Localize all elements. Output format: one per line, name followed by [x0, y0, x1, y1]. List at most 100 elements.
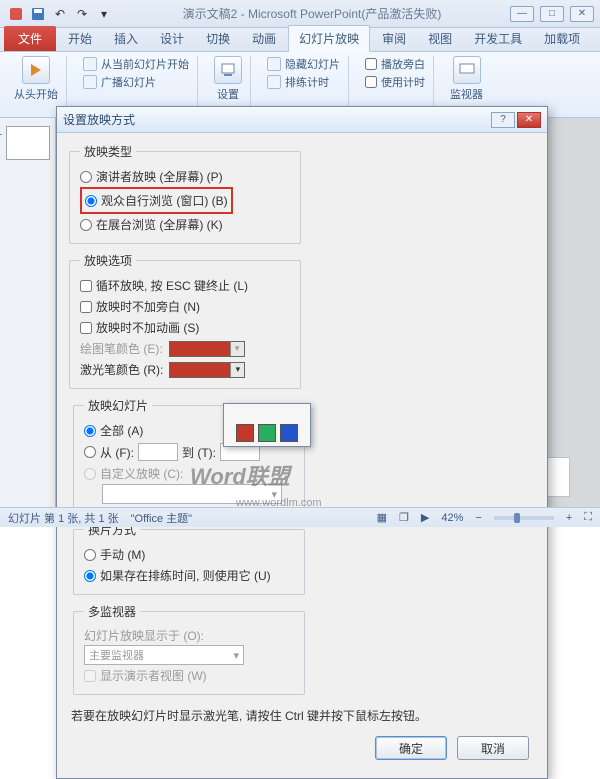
settings-label: 设置 [217, 86, 239, 102]
group-show-type-legend: 放映类型 [80, 143, 136, 160]
cancel-button[interactable]: 取消 [457, 736, 529, 760]
range-to-label: 到 (T): [182, 444, 216, 461]
thumbnail-panel: 1 [0, 118, 56, 507]
quick-access-toolbar: ↶ ↷ ▾ [6, 4, 114, 24]
highlight-box: 观众自行浏览 (窗口) (B) [80, 187, 233, 214]
radio-kiosk-label: 在展台浏览 (全屏幕) (K) [96, 216, 223, 233]
window-title: 演示文稿2 - Microsoft PowerPoint(产品激活失败) [114, 5, 510, 22]
check-no-animation[interactable]: 放映时不加动画 (S) [80, 317, 290, 338]
broadcast-button[interactable]: 广播幻灯片 [83, 74, 189, 90]
tab-addin[interactable]: 加载项 [534, 26, 590, 51]
color-option-blue[interactable] [280, 424, 298, 442]
range-from-label: 从 (F): [100, 444, 134, 461]
monitor-select: 主要监视器 ▾ [84, 645, 244, 665]
monitor-label: 幻灯片放映显示于 (O): [84, 626, 294, 645]
tab-animation[interactable]: 动画 [242, 26, 286, 51]
view-sorter-icon[interactable]: ❐ [399, 511, 409, 524]
dialog-buttons: 确定 取消 [69, 732, 535, 770]
radio-kiosk[interactable]: 在展台浏览 (全屏幕) (K) [80, 214, 290, 235]
monitor-icon [453, 56, 481, 84]
dialog-title: 设置放映方式 [63, 111, 491, 128]
status-bar: 幻灯片 第 1 张, 共 1 张 "Office 主题" ▦ ❐ ▶ 42% −… [0, 507, 600, 527]
dialog-titlebar[interactable]: 设置放映方式 ? ✕ [57, 107, 547, 133]
maximize-button[interactable]: □ [540, 6, 564, 22]
color-option-red[interactable] [236, 424, 254, 442]
tab-transition[interactable]: 切换 [196, 26, 240, 51]
use-timings-check[interactable]: 使用计时 [365, 74, 425, 90]
ribbon-group-play: 从当前幻灯片开始 广播幻灯片 [75, 56, 198, 113]
zoom-thumb[interactable] [514, 513, 520, 523]
tab-slideshow[interactable]: 幻灯片放映 [288, 25, 370, 52]
hide-slide-button[interactable]: 隐藏幻灯片 [267, 56, 340, 72]
check-no-narration[interactable]: 放映时不加旁白 (N) [80, 296, 290, 317]
dialog-hint: 若要在放映幻灯片时显示激光笔, 请按住 Ctrl 键并按下鼠标左按钮。 [69, 703, 535, 732]
laser-color-picker[interactable]: ▾ [169, 362, 245, 378]
monitor-button[interactable]: 监视器 [450, 56, 483, 102]
minimize-button[interactable]: — [510, 6, 534, 22]
dialog-body: 放映类型 演讲者放映 (全屏幕) (P) 观众自行浏览 (窗口) (B) 在展台… [57, 133, 547, 778]
rehearse-label: 排练计时 [285, 74, 329, 90]
chevron-down-icon: ▾ [230, 342, 244, 356]
dialog-close-button[interactable]: ✕ [517, 112, 541, 128]
qat-dropdown-icon[interactable]: ▾ [94, 4, 114, 24]
tab-start[interactable]: 开始 [58, 26, 102, 51]
from-current-label: 从当前幻灯片开始 [101, 56, 189, 72]
tab-view[interactable]: 视图 [418, 26, 462, 51]
radio-timing[interactable]: 如果存在排练时间, 则使用它 (U) [84, 565, 294, 586]
redo-icon[interactable]: ↷ [72, 4, 92, 24]
monitor-value: 主要监视器 [89, 647, 144, 663]
check-no-animation-label: 放映时不加动画 (S) [96, 319, 199, 336]
check-loop-label: 循环放映, 按 ESC 键终止 (L) [96, 277, 248, 294]
close-button[interactable]: ✕ [570, 6, 594, 22]
group-show-options: 放映选项 循环放映, 按 ESC 键终止 (L) 放映时不加旁白 (N) 放映时… [69, 252, 301, 389]
zoom-out-button[interactable]: − [475, 512, 481, 524]
setup-slideshow-dialog: 设置放映方式 ? ✕ 放映类型 演讲者放映 (全屏幕) (P) 观众自行浏览 (… [56, 106, 548, 779]
radio-manual[interactable]: 手动 (M) [84, 544, 294, 565]
zoom-value: 42% [441, 512, 463, 524]
save-icon[interactable] [28, 4, 48, 24]
fit-window-icon[interactable]: ⛶ [584, 511, 592, 524]
tab-file[interactable]: 文件 [4, 26, 56, 51]
check-presenter-view: 显示演示者视图 (W) [84, 665, 294, 686]
undo-icon[interactable]: ↶ [50, 4, 70, 24]
broadcast-label: 广播幻灯片 [101, 74, 156, 90]
pen-color-row: 绘图笔颜色 (E): ▾ [80, 338, 290, 359]
tab-design[interactable]: 设计 [150, 26, 194, 51]
group-show-type: 放映类型 演讲者放映 (全屏幕) (P) 观众自行浏览 (窗口) (B) 在展台… [69, 143, 301, 244]
group-show-options-legend: 放映选项 [80, 252, 136, 269]
group-show-slides-legend: 放映幻灯片 [84, 397, 152, 414]
group-advance: 换片方式 手动 (M) 如果存在排练时间, 则使用它 (U) [73, 521, 305, 595]
pen-color-picker[interactable]: ▾ [169, 341, 245, 357]
dialog-help-button[interactable]: ? [491, 112, 515, 128]
from-start-button[interactable]: 从头开始 [14, 56, 58, 102]
slide-thumbnail[interactable]: 1 [6, 126, 50, 160]
from-current-button[interactable]: 从当前幻灯片开始 [83, 56, 189, 72]
monitor-label: 监视器 [450, 86, 483, 102]
view-slideshow-icon[interactable]: ▶ [421, 511, 429, 524]
ribbon-group-hide: 隐藏幻灯片 排练计时 [259, 56, 349, 113]
check-presenter-view-label: 显示演示者视图 (W) [100, 667, 207, 684]
zoom-in-button[interactable]: + [566, 512, 572, 524]
settings-button[interactable]: 设置 [214, 56, 242, 102]
check-loop[interactable]: 循环放映, 按 ESC 键终止 (L) [80, 275, 290, 296]
color-popup[interactable] [223, 403, 311, 447]
radio-presenter[interactable]: 演讲者放映 (全屏幕) (P) [80, 166, 290, 187]
view-normal-icon[interactable]: ▦ [377, 511, 387, 524]
chevron-down-icon: ▾ [233, 649, 239, 662]
status-slide-info: 幻灯片 第 1 张, 共 1 张 [8, 510, 119, 526]
play-icon [22, 56, 50, 84]
range-from-input[interactable] [138, 443, 178, 461]
tab-review[interactable]: 审阅 [372, 26, 416, 51]
rehearse-button[interactable]: 排练计时 [267, 74, 340, 90]
tab-dev[interactable]: 开发工具 [464, 26, 532, 51]
tab-insert[interactable]: 插入 [104, 26, 148, 51]
zoom-slider[interactable] [494, 516, 554, 520]
app-icon[interactable] [6, 4, 26, 24]
radio-audience[interactable]: 观众自行浏览 (窗口) (B) [85, 190, 228, 211]
play-narration-check[interactable]: 播放旁白 [365, 56, 425, 72]
laser-color-label: 激光笔颜色 (R): [80, 361, 163, 378]
ok-button[interactable]: 确定 [375, 736, 447, 760]
window-controls: — □ ✕ [510, 6, 594, 22]
color-option-green[interactable] [258, 424, 276, 442]
radio-manual-label: 手动 (M) [100, 546, 145, 563]
